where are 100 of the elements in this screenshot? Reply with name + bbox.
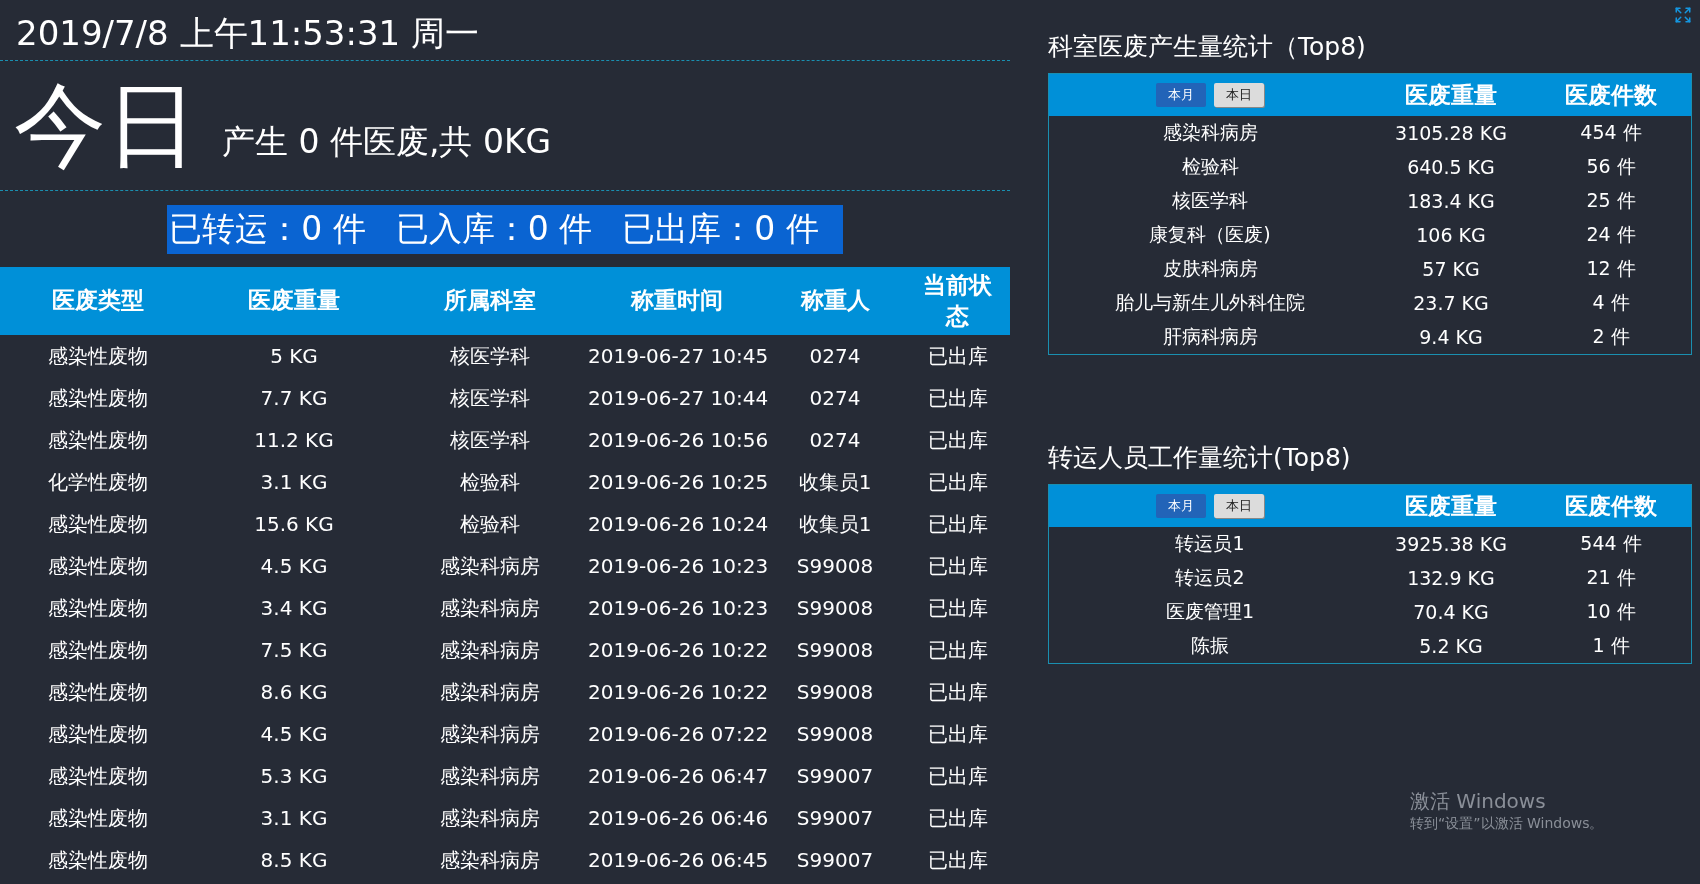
table-cell-text: 感染性废物 [47, 552, 149, 580]
table-cell-text: 已出库 [926, 720, 989, 748]
table-cell-text: S99008 [795, 722, 875, 746]
table-cell-text: 感染性废物 [47, 846, 149, 874]
table-cell-text: 7.5 KG [259, 638, 329, 662]
table-cell-text: 感染性废物 [47, 636, 149, 664]
table-cell: 2019-06-26 10:24 [588, 512, 765, 536]
table-cell-text: 已出库 [926, 342, 989, 370]
table-cell-text: 3.1 KG [259, 806, 329, 830]
period-toggle[interactable]: 本日 [1214, 494, 1264, 518]
table-cell-text: 已出库 [926, 678, 989, 706]
table-cell-text: 收集员1 [797, 468, 873, 496]
table-cell-text: 核医学科 [1171, 188, 1249, 213]
table-cell-text: 医废管理1 [1164, 599, 1256, 624]
column-header: 所属科室 [443, 286, 537, 316]
table-cell-text: 已出库 [926, 636, 989, 664]
table-cell-text: S99008 [795, 680, 875, 704]
table-cell-text: 感染性废物 [47, 804, 149, 832]
table-cell-text: 183.4 KG [1406, 190, 1496, 212]
table-cell-text: 10 件 [1585, 599, 1637, 624]
table-cell-text: S99008 [795, 638, 875, 662]
column-header: 医废重量 [1404, 80, 1498, 110]
table-cell-text: 4.5 KG [259, 554, 329, 578]
table-cell-text: 感染科病房 [439, 678, 541, 706]
period-toggle[interactable]: 本月 [1156, 83, 1206, 107]
table-cell-text: 4 件 [1591, 290, 1631, 315]
table-cell-text: 已出库 [926, 384, 989, 412]
table-cell-text: 感染科病房 [439, 846, 541, 874]
table-cell-text: 感染性废物 [47, 594, 149, 622]
table-cell-text: 21 件 [1585, 565, 1637, 590]
table-cell-text: 2 件 [1591, 324, 1631, 349]
table-cell-text: 9.4 KG [1418, 326, 1484, 348]
table-cell-text: 7.7 KG [259, 386, 329, 410]
table-cell-text: 0274 [808, 344, 862, 368]
table-cell: 2019-06-26 10:22 [588, 638, 765, 662]
today-summary: 产生 0 件医废,共 0KG [222, 121, 552, 163]
table-cell-text: 感染科病房 [439, 636, 541, 664]
table-cell-text: 已出库 [926, 552, 989, 580]
column-header: 当前状态 [922, 270, 993, 331]
table-cell-text: S99008 [795, 554, 875, 578]
table-cell-text: 640.5 KG [1406, 156, 1496, 178]
panel-title: 转运人员工作量统计(Top8) [1048, 442, 1352, 474]
table-cell-text: 已出库 [926, 594, 989, 622]
table-cell-text: 感染性废物 [47, 426, 149, 454]
table-cell-text: 感染性废物 [47, 762, 149, 790]
table-cell-text: 感染性废物 [47, 720, 149, 748]
table-cell-text: 24 件 [1585, 222, 1637, 247]
table-cell-text: 已出库 [926, 804, 989, 832]
table-cell: 2019-06-26 06:46 [588, 806, 765, 830]
date-time: 2019/7/8 上午11:53:31 周一 [0, 0, 1010, 61]
table-cell-text: 15.6 KG [253, 512, 335, 536]
table-cell-text: 胎儿与新生儿外科住院 [1114, 290, 1306, 315]
column-header: 医废重量 [247, 286, 341, 316]
status-count: 已出库：0 件 [622, 207, 819, 250]
table-cell-text: 感染科病房 [439, 762, 541, 790]
fullscreen-icon[interactable] [1674, 6, 1692, 24]
activation-notice-text: 转到“设置”以激活 Windows。 [1410, 815, 1604, 833]
table-cell: 2019-06-26 10:22 [588, 680, 765, 704]
table-cell-text: 核医学科 [449, 342, 531, 370]
table-cell-text: 陈振 [1190, 633, 1230, 658]
table-cell-text: 检验科 [459, 510, 521, 538]
table-cell: 2019-06-27 10:45 [588, 344, 765, 368]
table-cell-text: 感染性废物 [47, 384, 149, 412]
table-cell-text: 感染性废物 [47, 678, 149, 706]
table-cell-text: 57 KG [1421, 258, 1481, 280]
table-cell-text: 56 件 [1585, 154, 1637, 179]
table-cell-text: 已出库 [926, 426, 989, 454]
table-cell-text: 已出库 [926, 468, 989, 496]
table-cell-text: 已出库 [926, 762, 989, 790]
column-header: 称重时间 [629, 286, 724, 316]
table-cell-text: 8.5 KG [259, 848, 329, 872]
table-cell-text: 皮肤科病房 [1161, 256, 1259, 281]
table-cell-text: 23.7 KG [1412, 292, 1490, 314]
table-cell-text: 106 KG [1415, 224, 1487, 246]
table-cell-text: 3105.28 KG [1394, 122, 1508, 144]
table-cell-text: 132.9 KG [1406, 567, 1496, 589]
table-cell-text: 454 件 [1579, 120, 1643, 145]
today-title: 今日 [14, 79, 198, 172]
table-cell-text: 感染科病房 [439, 594, 541, 622]
period-toggle[interactable]: 本月 [1156, 494, 1206, 518]
table-cell-text: 544 件 [1579, 531, 1643, 556]
table-cell: 2019-06-26 06:47 [588, 764, 765, 788]
table-cell-text: 转运员2 [1174, 565, 1246, 590]
table-cell-text: 5 KG [269, 344, 319, 368]
table-cell-text: 感染科病房 [1161, 120, 1259, 145]
table-cell-text: 0274 [808, 428, 862, 452]
table-cell-text: 已出库 [926, 846, 989, 874]
table-cell-text: 感染性废物 [47, 342, 149, 370]
table-cell-text: S99007 [795, 764, 875, 788]
column-header: 医废件数 [1564, 80, 1658, 110]
period-toggle[interactable]: 本日 [1214, 83, 1264, 107]
table-cell-text: 5.2 KG [1418, 635, 1484, 657]
table-cell-text: 转运员1 [1174, 531, 1246, 556]
table-cell-text: 感染科病房 [439, 804, 541, 832]
table-cell: 2019-06-26 07:22 [588, 722, 765, 746]
table-cell-text: 4.5 KG [259, 722, 329, 746]
table-cell-text: 70.4 KG [1412, 601, 1490, 623]
activation-notice-title: 激活 Windows [1410, 788, 1547, 815]
table-cell: 2019-06-26 06:45 [588, 848, 765, 872]
column-header: 医废件数 [1564, 491, 1658, 521]
